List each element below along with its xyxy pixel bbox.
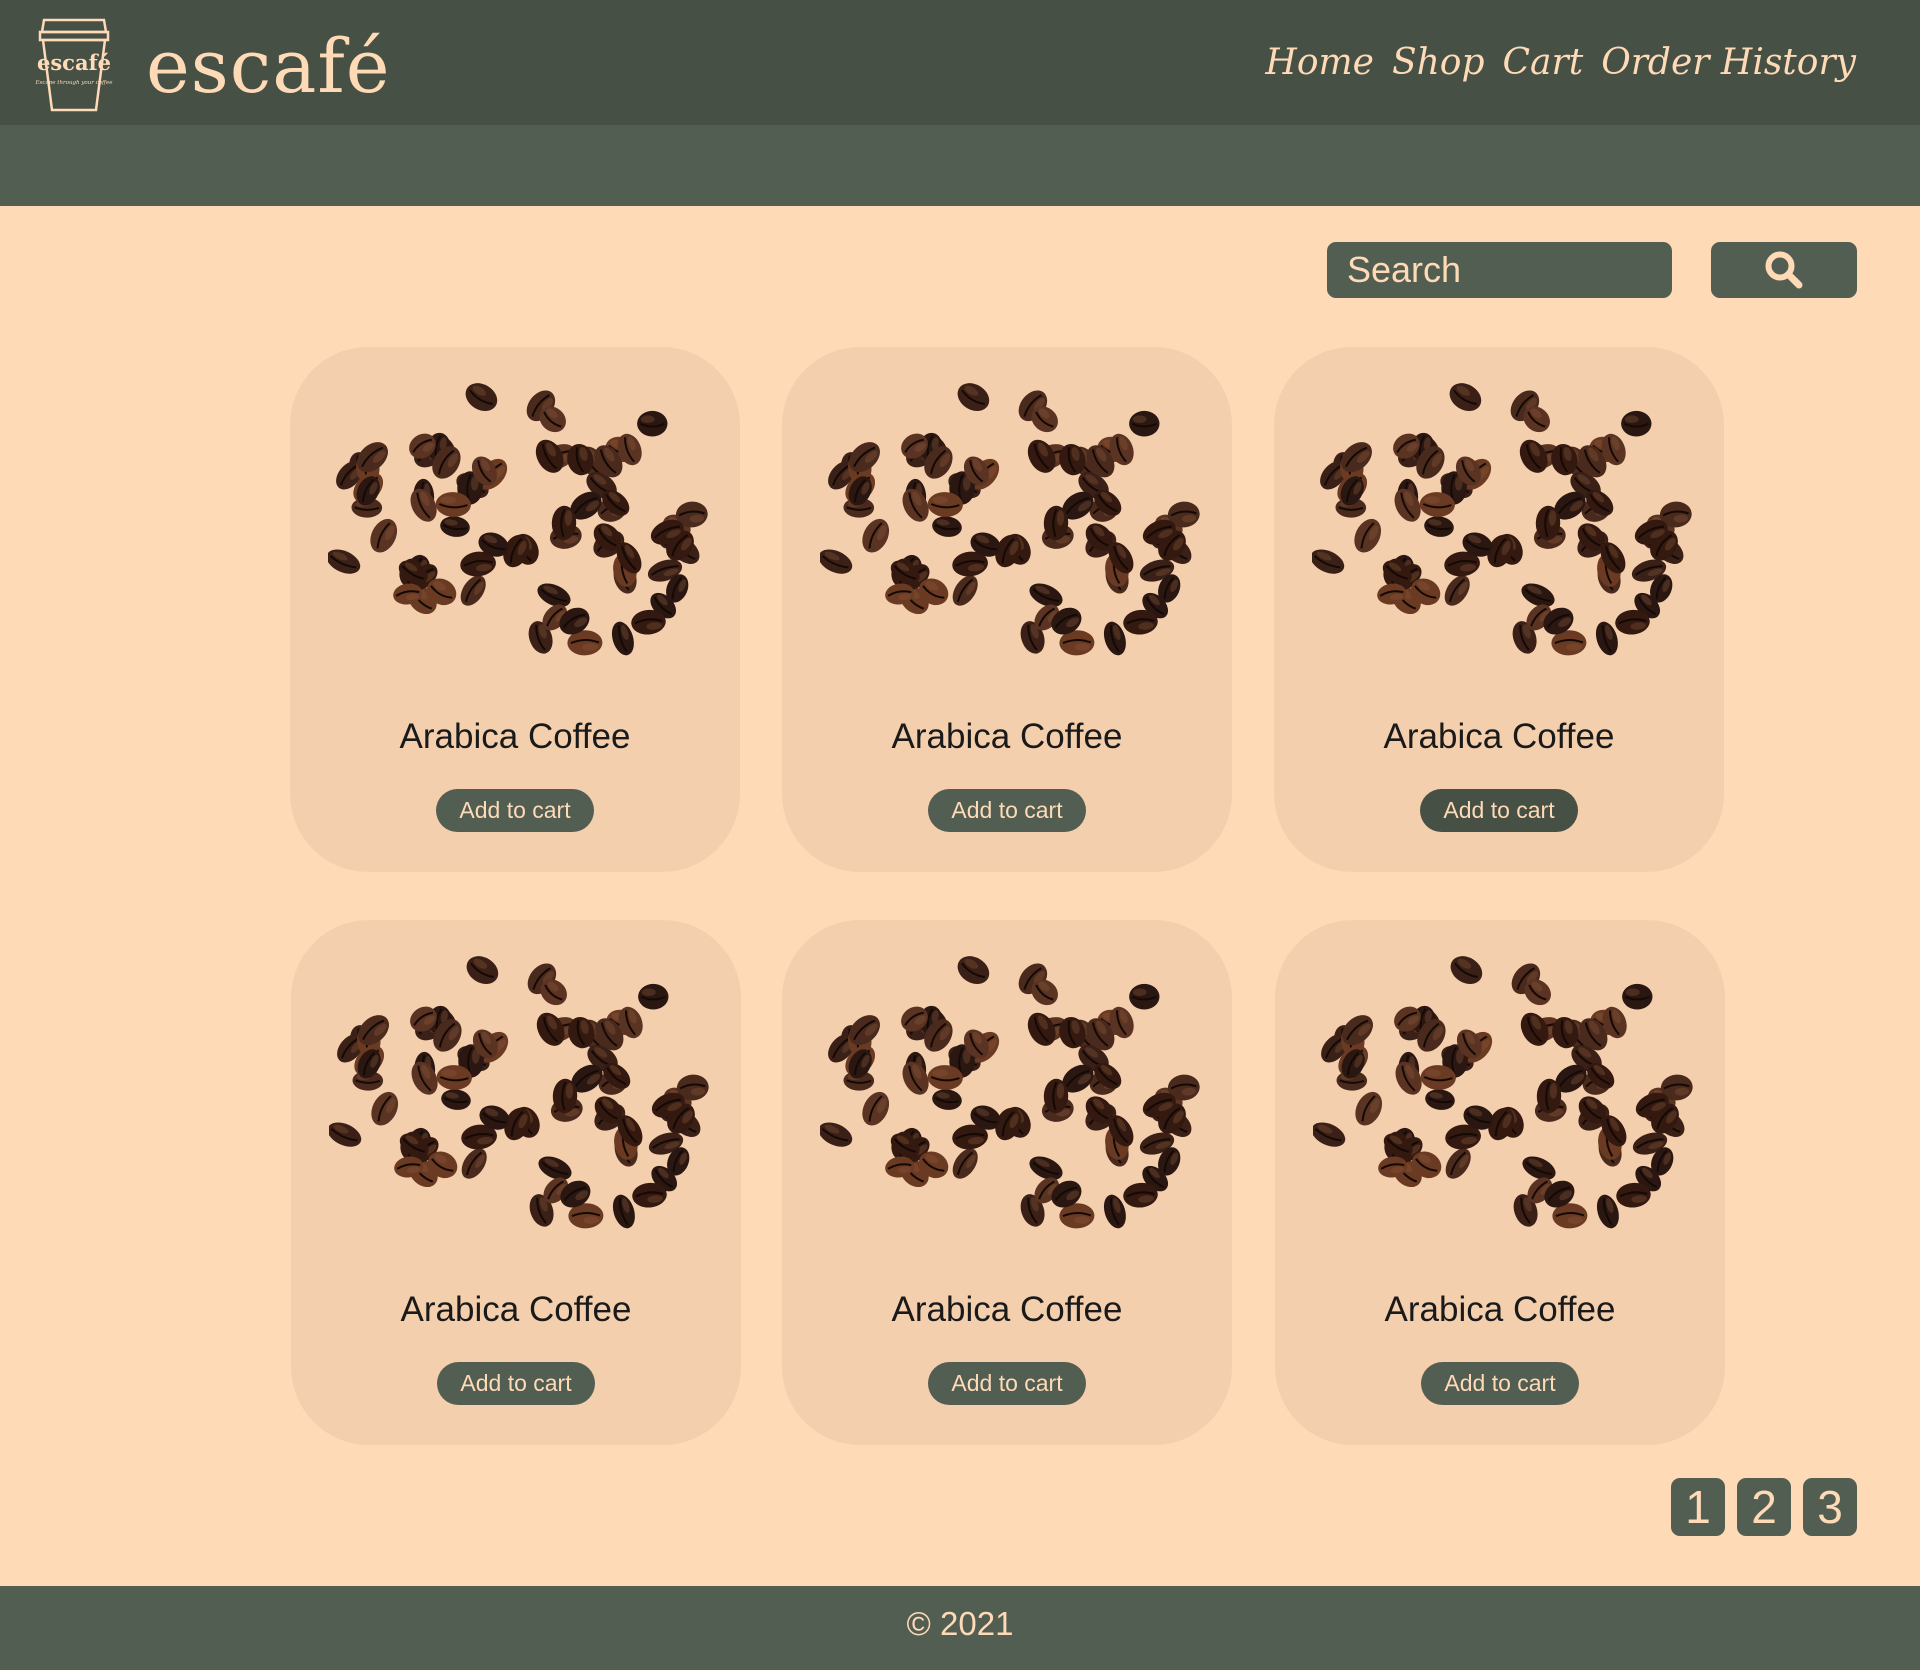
logo[interactable]: escafé Escape through your coffee: [26, 12, 122, 116]
add-to-cart-button[interactable]: Add to cart: [1421, 1362, 1579, 1405]
coffee-beans-image: [1311, 954, 1693, 1254]
top-navbar: escafé Escape through your coffee escafé…: [0, 0, 1920, 125]
pagination: 1 2 3: [1671, 1478, 1857, 1536]
coffee-beans-image: [1310, 381, 1692, 681]
sub-header-band: [0, 125, 1920, 206]
add-to-cart-button[interactable]: Add to cart: [1420, 789, 1578, 832]
nav-link-home[interactable]: Home: [1265, 36, 1374, 90]
coffee-beans-image: [327, 954, 709, 1254]
add-to-cart-button[interactable]: Add to cart: [928, 1362, 1086, 1405]
product-card: Arabica Coffee Add to cart: [291, 920, 741, 1445]
product-name: Arabica Coffee: [891, 1290, 1123, 1329]
product-name: Arabica Coffee: [1384, 1290, 1616, 1329]
product-name: Arabica Coffee: [891, 717, 1123, 756]
footer: © 2021: [0, 1586, 1920, 1670]
coffee-cup-logo-icon: escafé Escape through your coffee: [35, 18, 114, 112]
add-to-cart-button[interactable]: Add to cart: [436, 789, 594, 832]
product-card: Arabica Coffee Add to cart: [1274, 347, 1724, 872]
search-icon: [1765, 251, 1803, 289]
product-card: Arabica Coffee Add to cart: [782, 920, 1232, 1445]
add-to-cart-button[interactable]: Add to cart: [437, 1362, 595, 1405]
nav-link-order-history[interactable]: Order History: [1601, 36, 1856, 90]
product-name: Arabica Coffee: [1383, 717, 1615, 756]
coffee-beans-image: [818, 954, 1200, 1254]
search-button[interactable]: [1711, 242, 1857, 298]
nav-link-cart[interactable]: Cart: [1503, 36, 1584, 90]
logo-text: escafé: [37, 50, 111, 75]
product-name: Arabica Coffee: [399, 717, 631, 756]
page-button-1[interactable]: 1: [1671, 1478, 1725, 1536]
search-input[interactable]: [1327, 242, 1672, 298]
page-button-3[interactable]: 3: [1803, 1478, 1857, 1536]
page-button-2[interactable]: 2: [1737, 1478, 1791, 1536]
product-card: Arabica Coffee Add to cart: [1275, 920, 1725, 1445]
product-card: Arabica Coffee Add to cart: [782, 347, 1232, 872]
logo-tagline: Escape through your coffee: [35, 80, 114, 86]
main-nav: Home Shop Cart Order History: [1265, 36, 1856, 90]
nav-link-shop[interactable]: Shop: [1392, 36, 1485, 90]
product-card: Arabica Coffee Add to cart: [290, 347, 740, 872]
coffee-beans-image: [326, 381, 708, 681]
add-to-cart-button[interactable]: Add to cart: [928, 789, 1086, 832]
product-name: Arabica Coffee: [400, 1290, 632, 1329]
coffee-beans-image: [818, 381, 1200, 681]
copyright-text: © 2021: [906, 1605, 1014, 1642]
brand-name[interactable]: escafé: [146, 22, 391, 112]
